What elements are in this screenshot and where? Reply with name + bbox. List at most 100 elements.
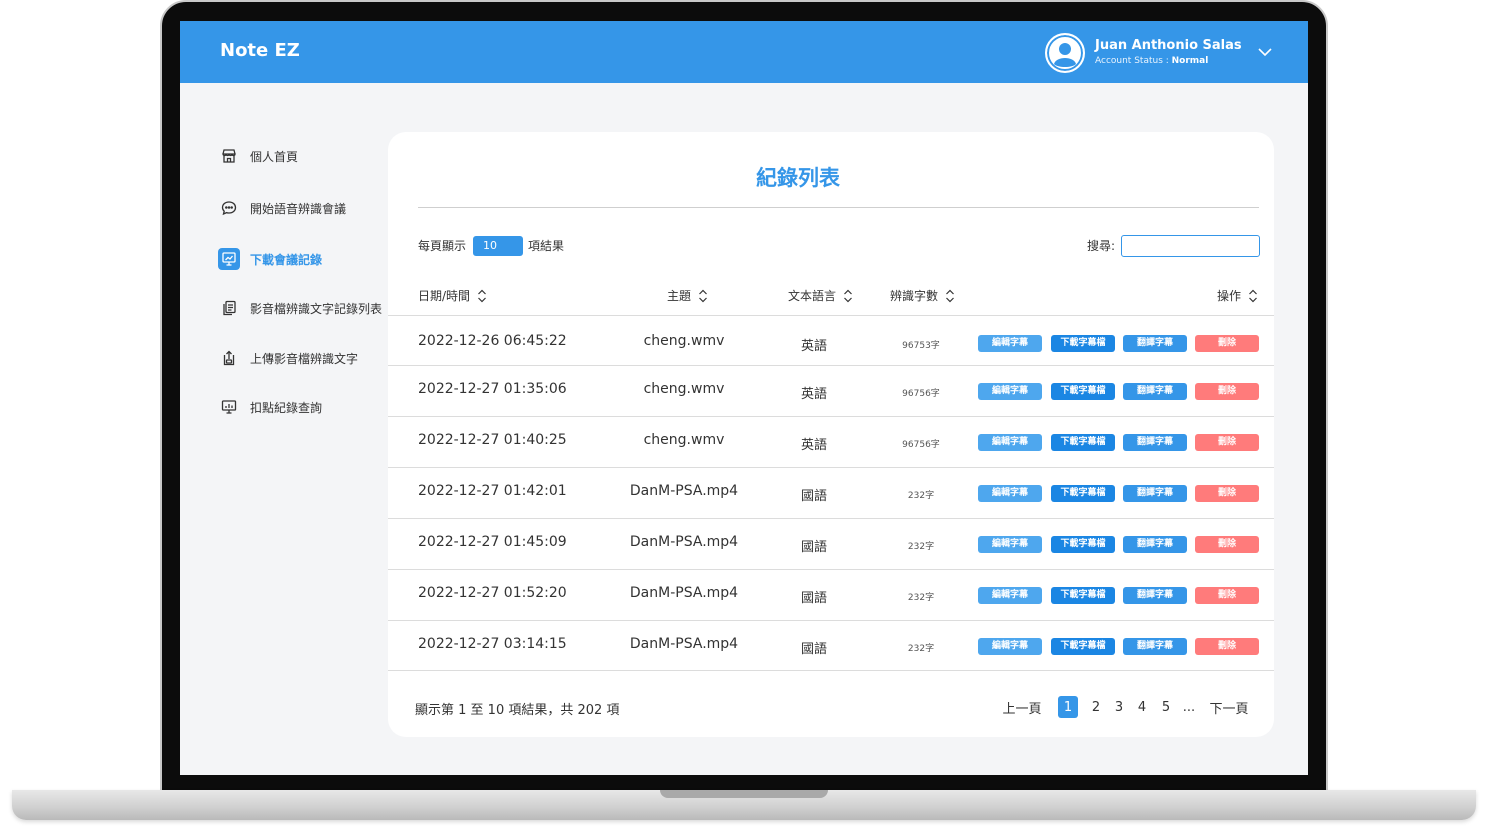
- column-header-label: 日期/時間: [418, 289, 471, 303]
- column-header-language[interactable]: 文本語言: [788, 287, 853, 304]
- page-5-button[interactable]: 5: [1158, 696, 1174, 718]
- page-4-button[interactable]: 4: [1134, 696, 1150, 718]
- translate-subtitle-button[interactable]: 翻譯字幕: [1123, 536, 1187, 553]
- sidebar-item-label: 下載會議記錄: [250, 252, 323, 267]
- edit-subtitle-button[interactable]: 編輯字幕: [978, 335, 1042, 352]
- delete-button[interactable]: 刪除: [1195, 335, 1259, 352]
- cell-language: 國語: [800, 540, 827, 555]
- user-name[interactable]: Juan Anthonio Salas: [1095, 38, 1242, 53]
- cell-date: 2022-12-27 01:42:01: [418, 483, 567, 499]
- presentation-board-icon: [218, 396, 240, 418]
- cell-date: 2022-12-27 01:35:06: [418, 381, 567, 397]
- delete-button[interactable]: 刪除: [1195, 485, 1259, 502]
- cell-language: 國語: [800, 642, 827, 657]
- translate-subtitle-button[interactable]: 翻譯字幕: [1123, 485, 1187, 502]
- cell-word-count: 232字: [907, 491, 935, 501]
- storefront-icon: [218, 145, 240, 167]
- cell-topic: cheng.wmv: [643, 333, 725, 349]
- table-row: 2022-12-27 03:14:15 DanM-PSA.mp4 國語 232字…: [388, 620, 1274, 671]
- translate-subtitle-button[interactable]: 翻譯字幕: [1123, 587, 1187, 604]
- next-page-button[interactable]: 下一頁: [1207, 696, 1251, 718]
- page-2-button[interactable]: 2: [1088, 696, 1104, 718]
- sidebar-item-download-records[interactable]: 下載會議記錄: [218, 247, 393, 271]
- sidebar-item-transcript-list[interactable]: 影音檔辨識文字記錄列表: [218, 296, 393, 320]
- download-subtitle-button[interactable]: 下載字幕檔: [1051, 335, 1115, 352]
- download-subtitle-button[interactable]: 下載字幕檔: [1051, 587, 1115, 604]
- download-subtitle-button[interactable]: 下載字幕檔: [1051, 383, 1115, 400]
- sidebar-item-label: 個人首頁: [250, 149, 299, 164]
- download-subtitle-button[interactable]: 下載字幕檔: [1051, 434, 1115, 451]
- cell-date: 2022-12-26 06:45:22: [418, 333, 567, 349]
- cell-word-count: 232字: [907, 644, 935, 654]
- cell-topic: cheng.wmv: [643, 432, 725, 448]
- documents-icon: [218, 297, 240, 319]
- cell-word-count: 96756字: [902, 440, 940, 450]
- column-header-topic[interactable]: 主題: [667, 287, 708, 304]
- laptop-notch: [660, 790, 828, 798]
- download-subtitle-button[interactable]: 下載字幕檔: [1051, 638, 1115, 655]
- column-header-date[interactable]: 日期/時間: [418, 287, 487, 304]
- cell-word-count: 232字: [907, 542, 935, 552]
- column-header-word-count[interactable]: 辨識字數: [890, 287, 955, 304]
- cell-word-count: 232字: [907, 593, 935, 603]
- presentation-chart-icon: [218, 248, 240, 270]
- delete-button[interactable]: 刪除: [1195, 587, 1259, 604]
- sidebar-item-upload-media[interactable]: 上傳影音檔辨識文字: [218, 346, 393, 370]
- cell-topic: cheng.wmv: [643, 381, 725, 397]
- page-length-select[interactable]: 10: [473, 236, 523, 256]
- cell-language: 國語: [800, 591, 827, 606]
- cell-topic: DanM-PSA.mp4: [629, 534, 739, 550]
- page-1-button[interactable]: 1: [1058, 696, 1078, 718]
- translate-subtitle-button[interactable]: 翻譯字幕: [1123, 638, 1187, 655]
- account-status-value: Normal: [1171, 56, 1209, 66]
- cell-word-count: 96753字: [902, 341, 940, 351]
- results-summary: 顯示第 1 至 10 項結果，共 202 項: [415, 703, 620, 718]
- delete-button[interactable]: 刪除: [1195, 638, 1259, 655]
- sidebar-item-label: 開始語音辨識會議: [250, 201, 347, 216]
- pagination-ellipsis: ...: [1182, 699, 1196, 715]
- delete-button[interactable]: 刪除: [1195, 383, 1259, 400]
- column-header-actions[interactable]: 操作: [1217, 287, 1258, 304]
- cell-language: 國語: [800, 489, 827, 504]
- sidebar-item-label: 上傳影音檔辨識文字: [250, 351, 359, 366]
- cell-language: 英語: [800, 438, 827, 453]
- column-header-label: 辨識字數: [890, 289, 939, 303]
- upload-file-icon: [218, 347, 240, 369]
- prev-page-button[interactable]: 上一頁: [1000, 696, 1044, 718]
- sort-icon: [1249, 289, 1257, 302]
- edit-subtitle-button[interactable]: 編輯字幕: [978, 536, 1042, 553]
- cell-topic: DanM-PSA.mp4: [629, 483, 739, 499]
- edit-subtitle-button[interactable]: 編輯字幕: [978, 485, 1042, 502]
- translate-subtitle-button[interactable]: 翻譯字幕: [1123, 434, 1187, 451]
- search-input[interactable]: [1121, 235, 1260, 257]
- sidebar-item-label: 影音檔辨識文字記錄列表: [250, 301, 383, 316]
- edit-subtitle-button[interactable]: 編輯字幕: [978, 638, 1042, 655]
- translate-subtitle-button[interactable]: 翻譯字幕: [1123, 383, 1187, 400]
- app-screen: Note EZ Juan Anthonio Salas Account Stat…: [180, 21, 1308, 775]
- edit-subtitle-button[interactable]: 編輯字幕: [978, 587, 1042, 604]
- edit-subtitle-button[interactable]: 編輯字幕: [978, 383, 1042, 400]
- cell-language: 英語: [800, 387, 827, 402]
- chevron-down-icon[interactable]: [1256, 43, 1274, 61]
- translate-subtitle-button[interactable]: 翻譯字幕: [1123, 335, 1187, 352]
- download-subtitle-button[interactable]: 下載字幕檔: [1051, 536, 1115, 553]
- sidebar-item-start-meeting[interactable]: 開始語音辨識會議: [218, 196, 393, 220]
- sidebar-item-home[interactable]: 個人首頁: [218, 144, 393, 168]
- table-row: 2022-12-27 01:42:01 DanM-PSA.mp4 國語 232字…: [388, 467, 1274, 518]
- app-logo[interactable]: Note EZ: [220, 40, 300, 61]
- download-subtitle-button[interactable]: 下載字幕檔: [1051, 485, 1115, 502]
- page-3-button[interactable]: 3: [1111, 696, 1127, 718]
- sidebar-item-points-history[interactable]: 扣點紀錄查詢: [218, 395, 393, 419]
- top-bar: Note EZ Juan Anthonio Salas Account Stat…: [180, 21, 1308, 83]
- cell-date: 2022-12-27 01:40:25: [418, 432, 567, 448]
- table-row: 2022-12-27 01:52:20 DanM-PSA.mp4 國語 232字…: [388, 569, 1274, 620]
- delete-button[interactable]: 刪除: [1195, 434, 1259, 451]
- user-avatar-icon[interactable]: [1045, 33, 1085, 73]
- table-row: 2022-12-27 01:35:06 cheng.wmv 英語 96756字 …: [388, 365, 1274, 416]
- table-row: 2022-12-27 01:40:25 cheng.wmv 英語 96756字 …: [388, 416, 1274, 467]
- cell-topic: DanM-PSA.mp4: [629, 585, 739, 601]
- account-status: Account Status : Normal: [1095, 56, 1208, 66]
- delete-button[interactable]: 刪除: [1195, 536, 1259, 553]
- edit-subtitle-button[interactable]: 編輯字幕: [978, 434, 1042, 451]
- page-length-suffix: 項結果: [528, 239, 565, 253]
